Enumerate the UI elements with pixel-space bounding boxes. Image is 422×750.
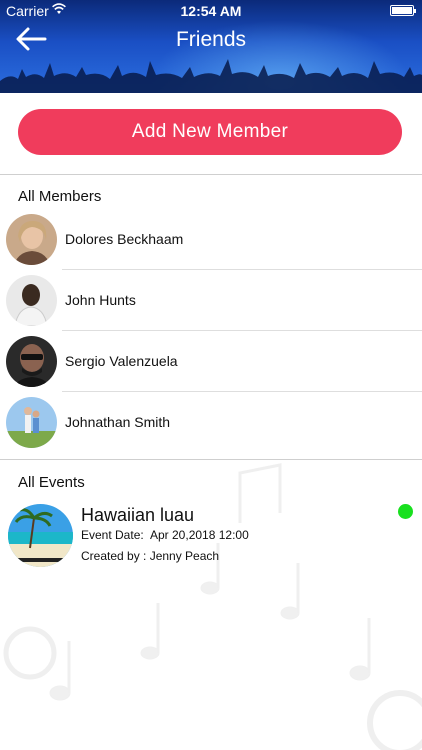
person-avatar-icon [6,214,57,265]
avatar [6,275,57,326]
event-card[interactable]: Hawaiian luau Event Date: Apr 20,2018 12… [0,500,422,574]
member-row[interactable]: Johnathan Smith [0,392,422,453]
online-status-dot [398,504,413,519]
person-avatar-icon [6,275,57,326]
avatar [6,214,57,265]
member-row[interactable]: John Hunts [0,270,422,331]
event-date: Apr 20,2018 12:00 [150,528,249,542]
add-new-member-button[interactable]: Add New Member [18,109,402,155]
events-section-title: All Events [18,474,85,491]
event-thumbnail [8,504,73,567]
event-created-by: Created by : Jenny Peach [81,549,220,563]
member-name: John Hunts [65,292,136,308]
member-name: Sergio Valenzuela [65,353,178,369]
battery-icon [390,5,416,16]
event-date-label: Event Date: [81,528,144,542]
members-section-title: All Members [18,188,102,205]
status-bar: Carrier 12:54 AM [0,0,422,22]
header-banner: Carrier 12:54 AM Friends [0,0,422,93]
event-name: Hawaiian luau [81,505,195,525]
page-title: Friends [175,28,247,51]
person-avatar-icon [6,336,57,387]
member-row[interactable]: Sergio Valenzuela [0,331,422,392]
beach-image [8,504,73,567]
member-name: Dolores Beckhaam [65,231,184,247]
avatar [6,336,57,387]
divider [0,459,422,460]
clock: 12:54 AM [180,3,242,19]
divider [0,174,422,175]
person-avatar-icon [6,397,57,448]
member-name: Johnathan Smith [65,414,171,430]
member-row[interactable]: Dolores Beckhaam [0,209,422,270]
avatar [6,397,57,448]
